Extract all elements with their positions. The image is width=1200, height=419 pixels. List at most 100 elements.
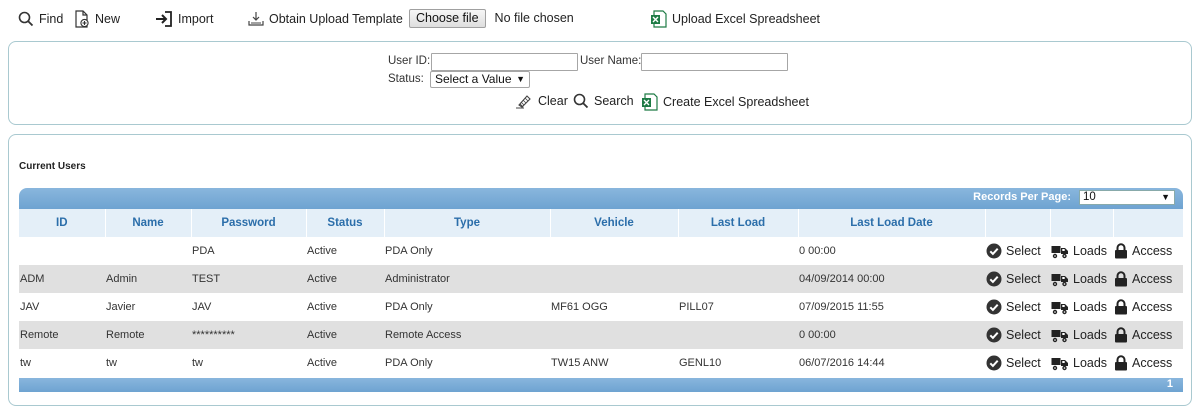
user-id-input[interactable]: [431, 53, 578, 71]
obtain-template-label: Obtain Upload Template: [269, 12, 403, 26]
truck-icon: [1051, 356, 1069, 371]
cell-vehicle: [550, 237, 678, 265]
table-row[interactable]: JAV Javier JAV Active PDA Only MF61 OGG PILL07…: [19, 293, 1183, 321]
new-button[interactable]: New: [74, 9, 120, 29]
check-circle-icon: [986, 243, 1002, 259]
records-per-page-value: 10: [1083, 191, 1096, 203]
access-label: Access: [1132, 244, 1173, 258]
loads-button[interactable]: Loads: [1051, 300, 1112, 315]
cell-last-load-date: 0 00:00: [798, 321, 985, 349]
cell-access-action: Access: [1113, 349, 1183, 377]
loads-button[interactable]: Loads: [1051, 328, 1112, 343]
column-header-password[interactable]: Password: [191, 209, 307, 237]
cell-password: PDA: [192, 245, 215, 257]
column-header-last-load[interactable]: Last Load: [678, 209, 799, 237]
excel-icon: [641, 93, 658, 111]
access-button[interactable]: Access: [1114, 299, 1182, 315]
dropdown-arrow-icon: ▼: [516, 74, 525, 84]
upload-excel-label: Upload Excel Spreadsheet: [672, 12, 821, 26]
loads-button[interactable]: Loads: [1051, 244, 1112, 259]
loads-label: Loads: [1073, 300, 1108, 314]
user-name-input[interactable]: [641, 53, 788, 71]
select-button[interactable]: Select: [986, 327, 1049, 343]
padlock-icon: [1114, 271, 1128, 287]
cell-status: Active: [306, 265, 384, 293]
access-button[interactable]: Access: [1114, 355, 1182, 371]
column-header-name[interactable]: Name: [105, 209, 192, 237]
cell-last-load-date: 06/07/2016 14:44: [799, 357, 885, 369]
select-label: Select: [1006, 272, 1041, 286]
column-header-type[interactable]: Type: [384, 209, 551, 237]
cell-select-action: Select: [985, 349, 1050, 377]
find-button[interactable]: Find: [18, 9, 63, 29]
cell-access-action: Access: [1113, 293, 1183, 321]
import-button[interactable]: Import: [155, 9, 213, 29]
create-excel-button[interactable]: Create Excel Spreadsheet: [641, 93, 809, 111]
upload-excel-button[interactable]: Upload Excel Spreadsheet: [650, 9, 820, 29]
status-label: Status:: [388, 73, 424, 85]
access-button[interactable]: Access: [1114, 271, 1182, 287]
select-button[interactable]: Select: [986, 299, 1049, 315]
select-button[interactable]: Select: [986, 243, 1049, 259]
cell-last-load-date: 04/09/2014 00:00: [798, 265, 985, 293]
grid-toolbar: Records Per Page: 10 ▼: [19, 188, 1183, 209]
loads-label: Loads: [1073, 244, 1108, 258]
table-row[interactable]: Remote Remote ********** Active Remote Acces…: [19, 321, 1183, 349]
import-icon: [155, 11, 173, 27]
cell-last-load: GENL10: [679, 357, 722, 369]
truck-icon: [1051, 272, 1069, 287]
access-button[interactable]: Access: [1114, 243, 1182, 259]
toolbar: Find New Import Obtain Upload Template C…: [0, 0, 1200, 36]
column-header-status[interactable]: Status: [306, 209, 385, 237]
cell-status: Active: [307, 301, 337, 313]
cell-id: ADM: [19, 265, 105, 293]
column-header-last-load-date[interactable]: Last Load Date: [798, 209, 986, 237]
download-template-icon: [248, 11, 264, 27]
loads-button[interactable]: Loads: [1051, 272, 1112, 287]
column-header-id[interactable]: ID: [19, 209, 106, 237]
cell-type: PDA Only: [385, 301, 433, 313]
check-circle-icon: [986, 271, 1002, 287]
access-button[interactable]: Access: [1114, 327, 1182, 343]
cell-vehicle: TW15 ANW: [551, 357, 609, 369]
cell-name: tw: [106, 357, 117, 369]
cell-last-load-date: 07/09/2015 11:55: [799, 301, 884, 313]
column-header-select: [985, 209, 1051, 237]
table-row[interactable]: ADM Admin TEST Active Administrator 04/09/201…: [19, 265, 1183, 293]
new-document-icon: [74, 10, 90, 28]
select-label: Select: [1006, 356, 1041, 370]
table-row[interactable]: tw tw tw Active PDA Only TW15 ANW GENL10 06/07/…: [19, 349, 1183, 377]
cell-vehicle: MF61 OGG: [551, 301, 608, 313]
cell-loads-action: Loads: [1050, 321, 1113, 349]
users-panel: Current Users Records Per Page: 10 ▼ ID …: [8, 134, 1192, 406]
obtain-template-button[interactable]: Obtain Upload Template: [248, 9, 403, 29]
clear-button[interactable]: Clear: [515, 93, 568, 109]
table-row[interactable]: PDA Active PDA Only 0 00:00 Select Loads Acces…: [19, 237, 1183, 265]
cell-name: Javier: [106, 301, 136, 313]
column-header-loads: [1050, 209, 1114, 237]
column-header-vehicle[interactable]: Vehicle: [550, 209, 679, 237]
cell-id: Remote: [19, 321, 105, 349]
cell-id: [19, 237, 105, 265]
records-per-page-select[interactable]: 10 ▼: [1079, 190, 1175, 205]
padlock-icon: [1114, 299, 1128, 315]
cell-status: Active: [307, 245, 337, 257]
cell-last-load: [678, 321, 798, 349]
table-body: PDA Active PDA Only 0 00:00 Select Loads Acces…: [19, 237, 1183, 378]
loads-button[interactable]: Loads: [1051, 356, 1112, 371]
select-button[interactable]: Select: [986, 271, 1049, 287]
access-label: Access: [1132, 356, 1173, 370]
select-label: Select: [1006, 328, 1041, 342]
loads-label: Loads: [1073, 272, 1108, 286]
access-label: Access: [1132, 300, 1173, 314]
cell-access-action: Access: [1113, 237, 1183, 265]
cell-name: [105, 237, 191, 265]
cell-password: TEST: [191, 265, 306, 293]
status-select[interactable]: Select a Value ▼: [430, 71, 530, 88]
choose-file-button[interactable]: Choose file: [409, 8, 486, 28]
select-button[interactable]: Select: [986, 355, 1049, 371]
page-number[interactable]: 1: [1167, 378, 1173, 390]
truck-icon: [1051, 300, 1069, 315]
search-button[interactable]: Search: [573, 93, 634, 109]
cell-loads-action: Loads: [1050, 293, 1113, 321]
